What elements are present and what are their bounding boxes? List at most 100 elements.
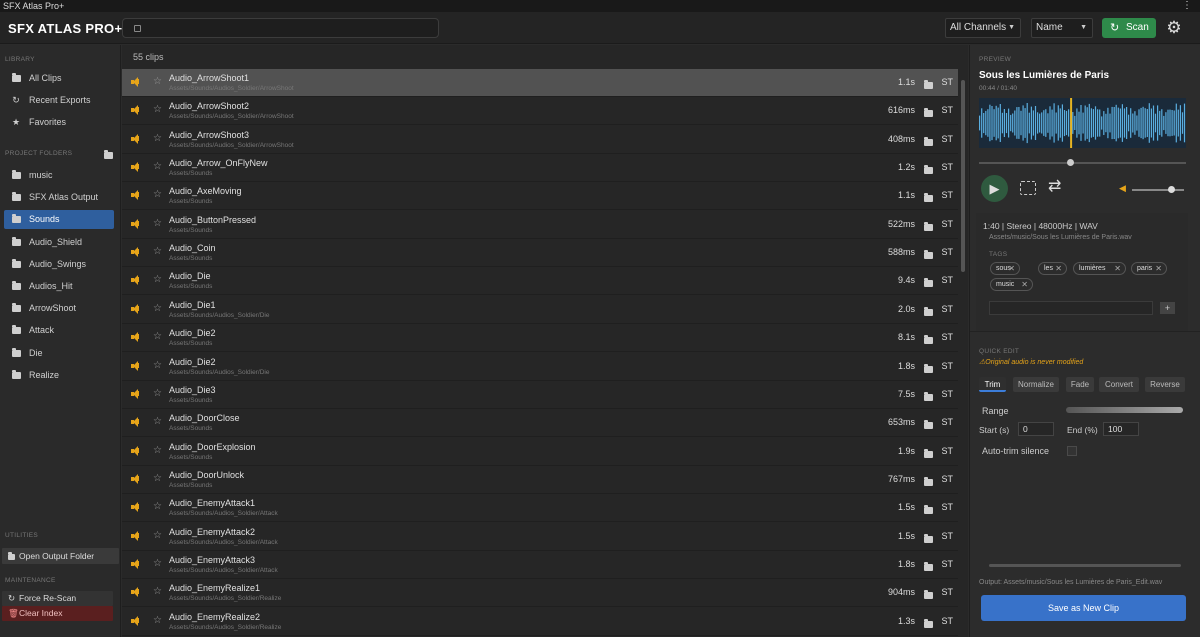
add-tag-button[interactable]: +: [1160, 302, 1175, 314]
speaker-icon[interactable]: [131, 77, 139, 87]
open-folder-icon[interactable]: [924, 107, 933, 119]
clip-row[interactable]: ☆ Audio_ArrowShoot1 Assets/Sounds/Audios_S…: [122, 69, 958, 97]
tab-convert[interactable]: Convert: [1099, 377, 1139, 392]
volume-slider[interactable]: [1132, 186, 1184, 193]
star-icon[interactable]: ☆: [153, 388, 162, 399]
speaker-icon[interactable]: [131, 162, 139, 173]
open-folder-icon[interactable]: [924, 192, 933, 204]
autotrim-checkbox[interactable]: [1067, 446, 1077, 456]
sidebar-folder-audios_hit[interactable]: Audios_Hit: [4, 277, 114, 296]
sidebar-folder-realize[interactable]: Realize: [4, 366, 114, 385]
star-icon[interactable]: ☆: [153, 133, 162, 144]
speaker-icon[interactable]: [131, 332, 139, 343]
clip-row[interactable]: ☆ Audio_DoorExplosion Assets/Sounds 1.9s ST: [122, 437, 958, 466]
close-icon[interactable]: ✕: [1155, 263, 1162, 274]
speaker-icon[interactable]: [131, 530, 139, 541]
sidebar-item-all-clips[interactable]: All Clips: [4, 69, 114, 88]
star-icon[interactable]: ☆: [153, 246, 162, 257]
clip-row[interactable]: ☆ Audio_EnemyAttack1 Assets/Sounds/Audios_…: [122, 494, 958, 523]
speaker-icon[interactable]: [131, 360, 139, 371]
channel-filter-dropdown[interactable]: All Channels ▼: [945, 18, 1021, 38]
open-folder-icon[interactable]: [924, 136, 933, 148]
open-output-folder-button[interactable]: Open Output Folder: [2, 548, 119, 564]
clip-row[interactable]: ☆ Audio_DoorUnlock Assets/Sounds 767ms ST: [122, 465, 958, 494]
speaker-icon[interactable]: [131, 417, 139, 428]
open-folder-icon[interactable]: [924, 334, 933, 346]
star-icon[interactable]: ☆: [153, 189, 162, 200]
force-rescan-button[interactable]: ↻ Force Re-Scan: [2, 591, 113, 606]
open-folder-icon[interactable]: [924, 448, 933, 460]
open-folder-icon[interactable]: [924, 164, 933, 176]
sort-dropdown[interactable]: Name ▼: [1031, 18, 1093, 38]
speaker-icon[interactable]: [131, 473, 139, 484]
open-folder-icon[interactable]: [924, 391, 933, 403]
tag-input[interactable]: [989, 301, 1153, 315]
star-icon[interactable]: ☆: [153, 360, 162, 371]
playhead[interactable]: [1070, 98, 1073, 148]
seek-bar[interactable]: [979, 159, 1186, 166]
clip-row[interactable]: ☆ Audio_ArrowShoot3 Assets/Sounds/Audios_S…: [122, 125, 958, 154]
range-slider[interactable]: [1066, 407, 1183, 413]
open-folder-icon[interactable]: [924, 306, 933, 318]
star-icon[interactable]: ☆: [153, 558, 162, 569]
speaker-icon[interactable]: [131, 587, 139, 598]
clip-row[interactable]: ☆ Audio_Coin Assets/Sounds 588ms ST: [122, 239, 958, 268]
speaker-icon[interactable]: [131, 133, 139, 144]
star-icon[interactable]: ☆: [153, 161, 162, 172]
speaker-icon[interactable]: [131, 105, 139, 116]
speaker-icon[interactable]: [131, 445, 139, 456]
star-icon[interactable]: ☆: [153, 501, 162, 512]
clip-row[interactable]: ☆ Audio_EnemyRealize2 Assets/Sounds/Audios…: [122, 607, 958, 636]
star-icon[interactable]: ☆: [153, 104, 162, 115]
sidebar-folder-music[interactable]: music: [4, 166, 114, 185]
close-icon[interactable]: ✕: [1055, 263, 1062, 274]
close-icon[interactable]: ✕: [1114, 263, 1121, 274]
volume-handle[interactable]: [1168, 186, 1175, 193]
speaker-icon[interactable]: [131, 558, 139, 569]
sidebar-folder-sfx-atlas-output[interactable]: SFX Atlas Output: [4, 188, 114, 207]
start-input[interactable]: 0: [1018, 422, 1054, 436]
clip-row[interactable]: ☆ Audio_Die3 Assets/Sounds 7.5s ST: [122, 380, 958, 409]
clear-index-button[interactable]: 🗑 Clear Index: [2, 606, 113, 621]
star-icon[interactable]: ☆: [153, 218, 162, 229]
sidebar-folder-attack[interactable]: Attack: [4, 321, 114, 340]
close-icon[interactable]: ✕: [1021, 279, 1028, 290]
speaker-icon[interactable]: [131, 303, 139, 314]
star-icon[interactable]: ☆: [153, 530, 162, 541]
clip-row[interactable]: ☆ Audio_Die1 Assets/Sounds/Audios_Soldier/…: [122, 295, 958, 324]
star-icon[interactable]: ☆: [153, 586, 162, 597]
star-icon[interactable]: ☆: [153, 331, 162, 342]
clip-row[interactable]: ☆ Audio_Die2 Assets/Sounds 8.1s ST: [122, 324, 958, 353]
open-folder-icon[interactable]: [924, 476, 933, 488]
speaker-icon[interactable]: [131, 275, 139, 286]
scan-button[interactable]: ↻ Scan: [1102, 18, 1156, 38]
clip-row[interactable]: ☆ Audio_AxeMoving Assets/Sounds 1.1s ST: [122, 182, 958, 211]
speaker-icon[interactable]: [131, 218, 139, 229]
open-folder-icon[interactable]: [924, 419, 933, 431]
gear-icon[interactable]: ⚙: [1164, 18, 1184, 38]
waveform[interactable]: [979, 98, 1186, 148]
star-icon[interactable]: ☆: [153, 274, 162, 285]
clip-row[interactable]: ☆ Audio_Arrow_OnFlyNew Assets/Sounds 1.2s ST: [122, 154, 958, 183]
clip-list-scrollbar[interactable]: [959, 78, 967, 633]
open-folder-icon[interactable]: [924, 277, 933, 289]
open-folder-icon[interactable]: [924, 618, 933, 630]
speaker-icon[interactable]: [131, 388, 139, 399]
open-folder-icon[interactable]: [924, 249, 933, 261]
speaker-icon[interactable]: [131, 247, 139, 258]
more-vert-icon[interactable]: ⋮: [1182, 0, 1192, 12]
clip-row[interactable]: ☆ Audio_Die Assets/Sounds 9.4s ST: [122, 267, 958, 296]
open-folder-icon[interactable]: [924, 561, 933, 573]
star-icon[interactable]: ☆: [153, 416, 162, 427]
open-folder-icon[interactable]: [924, 79, 933, 91]
sidebar-item-favorites[interactable]: ★ Favorites: [4, 113, 114, 132]
close-icon[interactable]: ✕: [1008, 263, 1015, 274]
sidebar-folder-arrowshoot[interactable]: ArrowShoot: [4, 299, 114, 318]
end-input[interactable]: 100: [1103, 422, 1139, 436]
clip-row[interactable]: ☆ Audio_DoorClose Assets/Sounds 653ms ST: [122, 409, 958, 438]
tab-fade[interactable]: Fade: [1066, 377, 1094, 392]
loop-icon[interactable]: ⇄: [1048, 176, 1061, 196]
clip-row[interactable]: ☆ Audio_Die2 Assets/Sounds/Audios_Soldier/…: [122, 352, 958, 381]
open-folder-icon[interactable]: [924, 533, 933, 545]
tab-normalize[interactable]: Normalize: [1013, 377, 1059, 392]
